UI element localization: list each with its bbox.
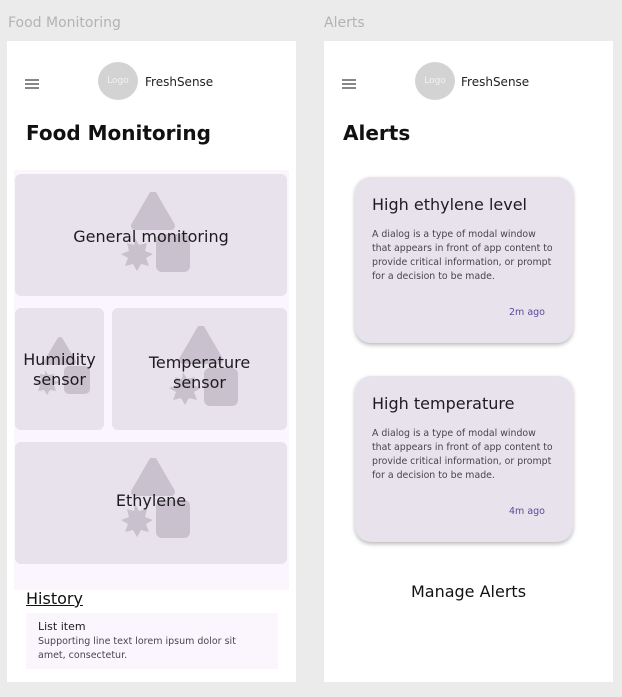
card-label-ethylene: Ethylene	[115, 491, 187, 510]
history-link[interactable]: History	[26, 589, 83, 608]
alerts-screen: Logo FreshSense Alerts High ethylene lev…	[324, 41, 613, 682]
alert-body: A dialog is a type of modal window that …	[372, 428, 553, 481]
frame-label-alerts: Alerts	[324, 15, 365, 31]
alert-title: High ethylene level	[372, 195, 527, 214]
card-label-line-1: Temperature	[148, 353, 251, 372]
general-monitoring-card[interactable]: General monitoring	[15, 174, 287, 296]
alert-card[interactable]: High temperature A dialog is a type of m…	[355, 376, 573, 542]
alert-timestamp: 2m ago	[509, 307, 545, 318]
app-bar: Logo FreshSense	[7, 62, 296, 102]
humidity-sensor-card[interactable]: Humidity sensor	[15, 308, 104, 430]
monitoring-cards-container: General monitoring Humidity sensor Tempe…	[14, 170, 289, 590]
logo: Logo	[98, 62, 138, 100]
card-label-general-monitoring: General monitoring	[73, 227, 229, 246]
list-item-headline: List item	[38, 620, 86, 633]
frame-label-food-monitoring: Food Monitoring	[8, 15, 121, 31]
temperature-sensor-card[interactable]: Temperature sensor	[112, 308, 287, 430]
brand-name: FreshSense	[461, 75, 530, 89]
alert-card[interactable]: High ethylene level A dialog is a type o…	[355, 177, 573, 343]
ethylene-card[interactable]: Ethylene	[15, 442, 287, 564]
food-monitoring-screen: Logo FreshSense Food Monitoring General …	[7, 41, 296, 682]
list-item[interactable]: List item Supporting line text lorem ips…	[26, 613, 278, 669]
card-label-line-1: Humidity	[23, 350, 96, 369]
hamburger-menu-icon[interactable]	[342, 79, 356, 89]
page-title: Food Monitoring	[26, 121, 211, 145]
card-label-line-2: sensor	[172, 373, 227, 392]
alert-timestamp: 4m ago	[509, 506, 545, 517]
hamburger-menu-icon[interactable]	[25, 79, 39, 89]
alert-body: A dialog is a type of modal window that …	[372, 229, 553, 282]
app-bar: Logo FreshSense	[324, 62, 613, 102]
card-label-line-2: sensor	[32, 370, 87, 389]
brand-name: FreshSense	[145, 75, 214, 89]
alert-title: High temperature	[372, 394, 515, 413]
card-label-humidity-sensor: Humidity sensor	[15, 350, 104, 390]
list-item-supporting-text: Supporting line text lorem ipsum dolor s…	[38, 636, 236, 661]
page-title: Alerts	[343, 121, 411, 145]
card-label-temperature-sensor: Temperature sensor	[112, 353, 287, 393]
manage-alerts-button[interactable]: Manage Alerts	[324, 582, 613, 601]
logo: Logo	[415, 62, 455, 100]
